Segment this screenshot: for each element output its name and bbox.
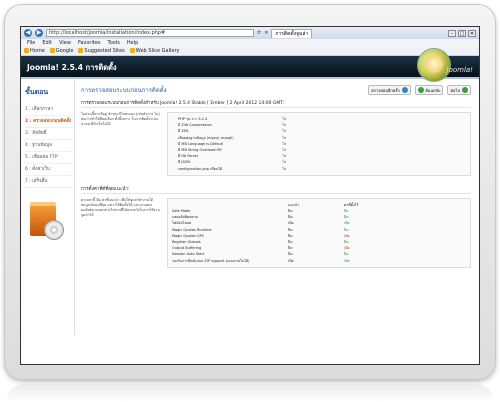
- step-ftp: 5 : เชื่อมต่อ FTP: [25, 152, 74, 164]
- close-icon[interactable]: ✕: [468, 29, 476, 37]
- setting-actual: เปิด: [344, 258, 350, 263]
- precheck-description: ในส่วนนี้หากมีอยู่ ชำรุดแก้ไขตนเอง (เช่น…: [81, 112, 160, 126]
- forward-icon[interactable]: ▶: [35, 29, 43, 37]
- cd-disc-icon: [44, 220, 64, 240]
- browser-screen: ◀ ▶ http://localhost/joomla/installation…: [20, 26, 480, 365]
- step-precheck: 2 : ตรวจสอบก่อนติดตั้ง: [25, 116, 74, 128]
- monitor-reflection: [6, 384, 494, 402]
- suggested-sites-icon: [78, 47, 84, 53]
- stop-icon[interactable]: ✕: [264, 30, 268, 36]
- address-bar[interactable]: http://localhost/joomla/installation/ind…: [46, 29, 254, 37]
- install-box-icon: [28, 200, 66, 240]
- favorites-bar: Home Google Suggested Sites Web Slice Ga…: [21, 47, 479, 56]
- favorite-label: Google: [55, 47, 74, 54]
- recommended-section: ค่าเหล่านี้ คือ ค่าที่แนะนำ เพื่อให้จูมล…: [81, 197, 471, 268]
- joomla-logo-center: [425, 55, 443, 73]
- favorite-label: Web Slice Gallery: [135, 47, 180, 54]
- recheck-button[interactable]: ตรวจสอบอีกครั้ง: [368, 85, 411, 95]
- installer-body: ขั้นตอน 1 : เลือกภาษา 2 : ตรวจสอบก่อนติด…: [21, 79, 479, 335]
- previous-label: ย้อนกลับ: [425, 87, 441, 93]
- check-row: configuration.php เขียนได้ ใช่: [172, 166, 466, 172]
- recommended-settings-title: การตั้งค่าที่ดีที่สุดแนะนำ:: [81, 186, 471, 194]
- browser-tab[interactable]: การติดตั้งจูมล่า: [271, 28, 313, 38]
- steps-sidebar: ขั้นตอน 1 : เลือกภาษา 2 : ตรวจสอบก่อนติด…: [21, 79, 75, 335]
- title-row: การตรวจสอบระบบก่อนการติดตั้ง ตรวจสอบอีกค…: [81, 83, 471, 97]
- joomla-logo-text: Joomla!: [446, 66, 474, 74]
- next-label: ต่อไป: [450, 87, 460, 93]
- favorite-web-slice-gallery[interactable]: Web Slice Gallery: [129, 47, 180, 56]
- minimize-icon[interactable]: –: [448, 29, 456, 37]
- google-icon: [49, 47, 55, 53]
- favorite-google[interactable]: Google: [49, 47, 74, 56]
- precheck-panel: PHP รุ่น >= 5.2.4 ใช่ มี Zlib Compression ใ…: [167, 112, 471, 176]
- browser-titlebar: ◀ ▶ http://localhost/joomla/installation…: [21, 27, 479, 39]
- setting-label: รองรับการบีบอัดแบบ ZIP support (แบบภายใน…: [172, 258, 250, 263]
- refresh-icon[interactable]: ⟳: [257, 30, 261, 36]
- maximize-icon[interactable]: □: [458, 29, 466, 37]
- recommended-description: ค่าเหล่านี้ คือ ค่าที่แนะนำ เพื่อให้จูมล…: [81, 197, 160, 217]
- refresh-icon: [401, 87, 408, 93]
- step-license: 3 : ลิขสิทธิ์: [25, 128, 74, 140]
- step-finish: 7 : เสร็จสิ้น: [25, 176, 74, 188]
- joomla-header: Joomla! 2.5.4 การติดตั้ง Joomla!: [21, 48, 479, 82]
- check-label: configuration.php เขียนได้: [178, 166, 223, 171]
- joomla-header-title: Joomla! 2.5.4 การติดตั้ง: [27, 63, 117, 72]
- favorite-home[interactable]: Home: [24, 47, 45, 56]
- step-database: 4 : ฐานข้อมูล: [25, 140, 74, 152]
- recheck-label: ตรวจสอบอีกครั้ง: [371, 87, 400, 93]
- favorite-label: Suggested Sites: [84, 47, 125, 54]
- step-language: 1 : เลือกภาษา: [25, 104, 74, 116]
- precheck-subtitle: การตรวจสอบระบบก่อนการติดตั้งสำหรับ Jooml…: [81, 100, 471, 108]
- favorite-suggested-sites[interactable]: Suggested Sites: [78, 47, 125, 56]
- arrow-left-icon: [417, 87, 424, 93]
- arrow-right-icon: [462, 87, 468, 93]
- precheck-section: ในส่วนนี้หากมีอยู่ ชำรุดแก้ไขตนเอง (เช่น…: [81, 112, 471, 176]
- sidebar-title: ขั้นตอน: [25, 88, 49, 96]
- previous-button[interactable]: ย้อนกลับ: [414, 85, 444, 95]
- recommended-panel: แนะนำ ค่าที่ตั้งไว้ Safe Mode ปิด ปิด แสดงข…: [167, 197, 471, 268]
- web-slice-icon: [129, 47, 135, 53]
- main-content: การตรวจสอบระบบก่อนการติดตั้ง ตรวจสอบอีกค…: [75, 79, 479, 335]
- setting-recommended: เปิด: [288, 258, 294, 263]
- next-button[interactable]: ต่อไป: [447, 85, 471, 95]
- step-configuration: 6 : ตั้งค่าเว็บ: [25, 164, 74, 176]
- check-value: ใช่: [282, 166, 287, 171]
- window-controls: – □ ✕: [448, 29, 476, 37]
- favorite-label: Home: [30, 47, 45, 54]
- back-icon[interactable]: ◀: [24, 29, 32, 37]
- nav-buttons: ตรวจสอบอีกครั้ง ย้อนกลับ ต่อไป: [368, 85, 471, 95]
- page-title: การตรวจสอบระบบก่อนการติดตั้ง: [81, 87, 167, 94]
- setting-row: รองรับการบีบอัดแบบ ZIP support (แบบภายใน…: [172, 258, 466, 264]
- star-icon: [24, 47, 29, 53]
